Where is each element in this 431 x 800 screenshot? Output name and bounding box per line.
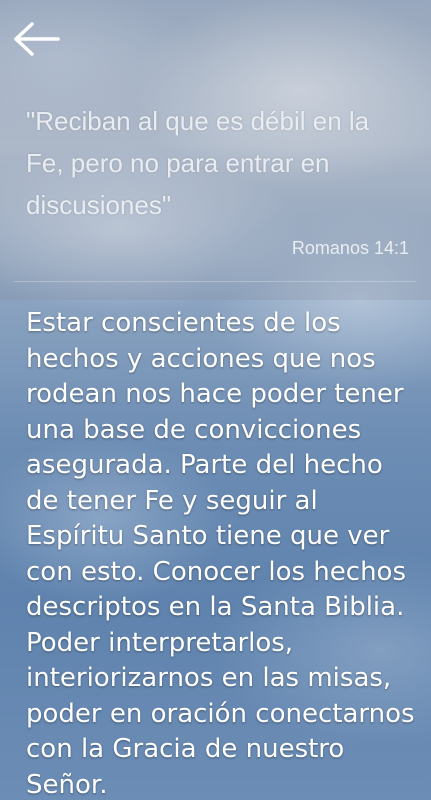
verse-reference: Romanos 14:1 <box>291 238 409 258</box>
divider <box>14 281 416 282</box>
reflection-text: Estar conscientes de los hechos y accion… <box>26 308 415 800</box>
back-button[interactable] <box>10 18 64 60</box>
arrow-left-icon <box>14 22 60 56</box>
verse-quote: "Reciban al que es débil en la Fe, pero … <box>26 106 370 220</box>
